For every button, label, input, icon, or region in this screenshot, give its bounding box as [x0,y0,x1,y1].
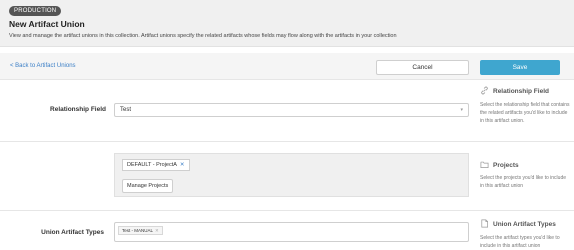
project-tag: DEFAULT - ProjectA ✕ [122,159,190,171]
projects-help-title: Projects [493,162,519,169]
action-bar: < Back to Artifact Unions Cancel Save [0,53,574,80]
page-header: PRODUCTION New Artifact Union View and m… [0,0,574,47]
manage-projects-button[interactable]: Manage Projects [122,179,174,193]
save-button[interactable]: Save [480,60,560,75]
section-divider [0,141,574,142]
types-help-text: Select the artifact types you'd like to … [480,235,560,249]
remove-project-icon[interactable]: ✕ [180,162,185,168]
page-title: New Artifact Union [9,19,85,29]
relationship-field-value: Test [120,107,132,113]
relationship-help-title: Relationship Field [493,88,549,95]
link-icon [481,86,488,95]
chevron-down-icon: ▾ [460,107,463,113]
remove-artifact-type-icon[interactable]: ✕ [155,228,159,233]
artifact-types-input[interactable]: Test - MANUAL ✕ [114,222,469,242]
relationship-field-select[interactable]: Test ▾ [114,103,469,117]
cancel-button[interactable]: Cancel [376,60,469,75]
project-tag-label: DEFAULT - ProjectA [127,162,177,168]
relationship-help-text: Select the relationship field that conta… [480,102,570,124]
union-artifact-types-label: Union Artifact Types [41,229,104,236]
projects-panel: DEFAULT - ProjectA ✕ Manage Projects [114,153,469,197]
folder-icon [480,161,489,169]
artifact-type-tag: Test - MANUAL ✕ [118,226,163,235]
back-link[interactable]: < Back to Artifact Unions [10,63,76,69]
document-icon [481,219,489,228]
section-divider [0,210,574,211]
page-description: View and manage the artifact unions in t… [9,33,397,39]
environment-badge: PRODUCTION [9,6,62,16]
projects-help-text: Select the projects you'd like to includ… [480,175,567,189]
relationship-field-label: Relationship Field [50,106,106,113]
types-help-title: Union Artifact Types [493,221,556,228]
artifact-type-tag-label: Test - MANUAL [122,228,154,233]
